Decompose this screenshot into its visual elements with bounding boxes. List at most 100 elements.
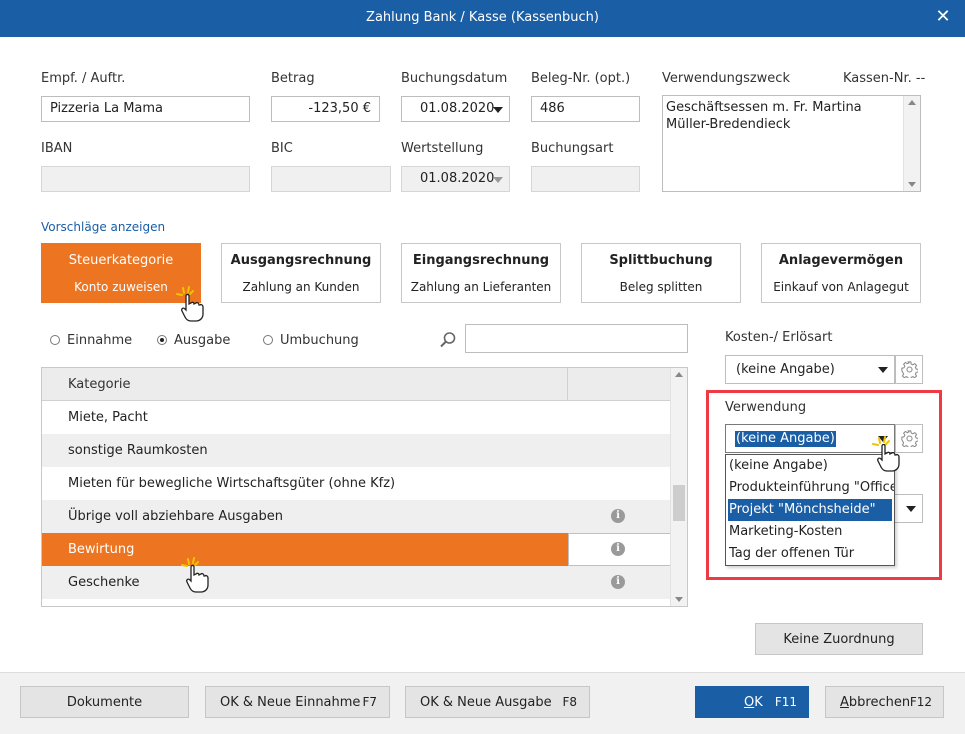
radio-ausgabe-label: Ausgabe <box>174 333 231 348</box>
button-label: OK & Neue Einnahme <box>220 695 361 710</box>
verwendung-label: Verwendung <box>725 400 807 415</box>
shortcut-key: F7 <box>362 695 377 709</box>
kosten-settings-button[interactable] <box>895 355 923 384</box>
button-label: Dokumente <box>66 695 143 710</box>
radio-umbuchung-label: Umbuchung <box>280 333 359 348</box>
shortcut-key: F8 <box>562 695 577 709</box>
hand-cursor-icon <box>872 436 900 472</box>
button-label: Abbrechen <box>840 695 910 710</box>
splittbuchung-button[interactable]: Splittbuchung Beleg splitten <box>581 243 741 303</box>
memo-scrollbar[interactable] <box>903 96 920 191</box>
radio-umbuchung[interactable]: Umbuchung <box>263 333 359 348</box>
verwendung-value: (keine Angabe) <box>735 431 836 447</box>
radio-einnahme[interactable]: Einnahme <box>50 333 132 348</box>
kosten-combo[interactable]: (keine Angabe) <box>725 355 895 384</box>
search-icon[interactable] <box>439 331 457 349</box>
dropdown-option[interactable]: Tag der offenen Tür <box>726 543 894 565</box>
hand-cursor-icon <box>176 286 204 322</box>
scroll-up-icon[interactable] <box>908 100 916 105</box>
mnemonic-letter: O <box>744 695 755 710</box>
table-header: Kategorie <box>42 368 671 401</box>
search-input[interactable] <box>465 324 688 353</box>
table-row[interactable]: Geschenke i <box>42 566 671 599</box>
anlagevermoegen-button[interactable]: Anlagevermögen Einkauf von Anlagegut <box>761 243 921 303</box>
verwendungszweck-label: Verwendungszweck <box>662 71 790 86</box>
ok-button[interactable]: OK F11 <box>695 686 809 718</box>
dropdown-option[interactable]: (keine Angabe) <box>726 455 894 477</box>
ausgangsrechnung-button[interactable]: Ausgangsrechnung Zahlung an Kunden <box>221 243 381 303</box>
table-row[interactable]: sonstige Raumkosten <box>42 434 671 467</box>
radio-ausgabe[interactable]: Ausgabe <box>157 333 230 348</box>
bic-input[interactable] <box>271 166 391 192</box>
label-rest: K <box>754 695 763 710</box>
dropdown-option[interactable]: Marketing-Kosten <box>726 521 894 543</box>
abbrechen-button[interactable]: Abbrechen F12 <box>825 686 944 718</box>
verwendung-combo[interactable]: (keine Angabe) <box>725 424 895 453</box>
buchungsdatum-value: 01.08.2020 <box>420 101 495 116</box>
keine-zuordnung-button[interactable]: Keine Zuordnung <box>755 623 923 655</box>
verwendung-dropdown-list: (keine Angabe) Produkteinführung "Office… <box>725 454 895 566</box>
ok-neue-ausgabe-button[interactable]: OK & Neue Ausgabe F8 <box>405 686 590 718</box>
dropdown-option-highlighted[interactable]: Projekt "Mönchsheide" <box>728 499 892 521</box>
table-rows: Miete, Pacht sonstige Raumkosten Mieten … <box>42 401 671 599</box>
row-label: Geschenke <box>68 575 140 590</box>
info-icon[interactable]: i <box>611 575 625 589</box>
buchungsart-label: Buchungsart <box>531 141 614 156</box>
betrag-input[interactable]: -123,50 € <box>271 96 380 122</box>
button-subtitle: Beleg splitten <box>619 280 703 294</box>
iban-input[interactable] <box>41 166 250 192</box>
info-icon[interactable]: i <box>611 509 625 523</box>
chevron-down-icon <box>878 367 888 373</box>
scroll-up-icon[interactable] <box>675 372 683 377</box>
close-icon[interactable]: ✕ <box>933 7 953 27</box>
table-row[interactable]: Miete, Pacht <box>42 401 671 434</box>
buchungsart-input[interactable] <box>531 166 640 192</box>
radio-dot <box>263 335 273 345</box>
button-label: Keine Zuordnung <box>783 632 895 647</box>
betrag-label: Betrag <box>271 71 315 86</box>
row-label: Bewirtung <box>68 542 135 557</box>
row-label: sonstige Raumkosten <box>68 443 208 458</box>
button-title: Steuerkategorie <box>68 253 174 268</box>
info-icon[interactable]: i <box>611 542 625 556</box>
radio-dot-selected <box>157 335 167 345</box>
chevron-down-icon <box>906 506 916 512</box>
partially-hidden-combo[interactable] <box>893 494 923 523</box>
vorschlaege-link[interactable]: Vorschläge anzeigen <box>41 220 165 234</box>
verwendungszweck-text: Geschäftsessen m. Fr. Martina Müller-Bre… <box>666 100 862 132</box>
radio-einnahme-label: Einnahme <box>67 333 133 348</box>
empf-input[interactable]: Pizzeria La Mama <box>41 96 250 122</box>
table-row[interactable]: Mieten für bewegliche Wirtschaftsgüter (… <box>42 467 671 500</box>
hand-cursor-icon <box>181 557 209 593</box>
kosten-label: Kosten-/ Erlösart <box>725 330 833 345</box>
wertstellung-combo[interactable]: 01.08.2020 <box>401 166 510 192</box>
scroll-down-icon[interactable] <box>675 597 683 602</box>
verwendungszweck-textarea[interactable]: Geschäftsessen m. Fr. Martina Müller-Bre… <box>662 95 921 192</box>
eingangsrechnung-button[interactable]: Eingangsrechnung Zahlung an Lieferanten <box>401 243 561 303</box>
kategorie-column-header[interactable]: Kategorie <box>68 377 131 392</box>
table-row-selected[interactable]: Bewirtung i <box>42 533 671 566</box>
wertstellung-value: 01.08.2020 <box>420 171 495 186</box>
belegnr-input[interactable]: 486 <box>531 96 640 122</box>
iban-label: IBAN <box>41 141 73 156</box>
radio-dot <box>50 335 60 345</box>
kategorie-table: Kategorie Miete, Pacht sonstige Raumkost… <box>41 367 688 607</box>
scrollbar-thumb[interactable] <box>673 485 685 521</box>
button-title: Ausgangsrechnung <box>230 253 372 268</box>
empf-label: Empf. / Auftr. <box>41 71 126 86</box>
button-title: Anlagevermögen <box>778 253 904 268</box>
title-bar: Zahlung Bank / Kasse (Kassenbuch) ✕ <box>0 0 965 37</box>
dropdown-option[interactable]: Produkteinführung "OfficePr <box>726 477 894 499</box>
row-label: Miete, Pacht <box>68 410 148 425</box>
table-scrollbar[interactable] <box>670 368 687 606</box>
chevron-down-icon <box>493 177 503 183</box>
buchungsdatum-combo[interactable]: 01.08.2020 <box>401 96 510 122</box>
shortcut-key: F11 <box>774 695 797 709</box>
table-row[interactable]: Übrige voll abziehbare Ausgaben i <box>42 500 671 533</box>
button-subtitle: Einkauf von Anlagegut <box>773 280 909 294</box>
scroll-down-icon[interactable] <box>908 182 916 187</box>
dokumente-button[interactable]: Dokumente <box>20 686 189 718</box>
window-title: Zahlung Bank / Kasse (Kassenbuch) <box>366 10 599 25</box>
ok-neue-einnahme-button[interactable]: OK & Neue Einnahme F7 <box>205 686 390 718</box>
wertstellung-label: Wertstellung <box>401 141 484 156</box>
